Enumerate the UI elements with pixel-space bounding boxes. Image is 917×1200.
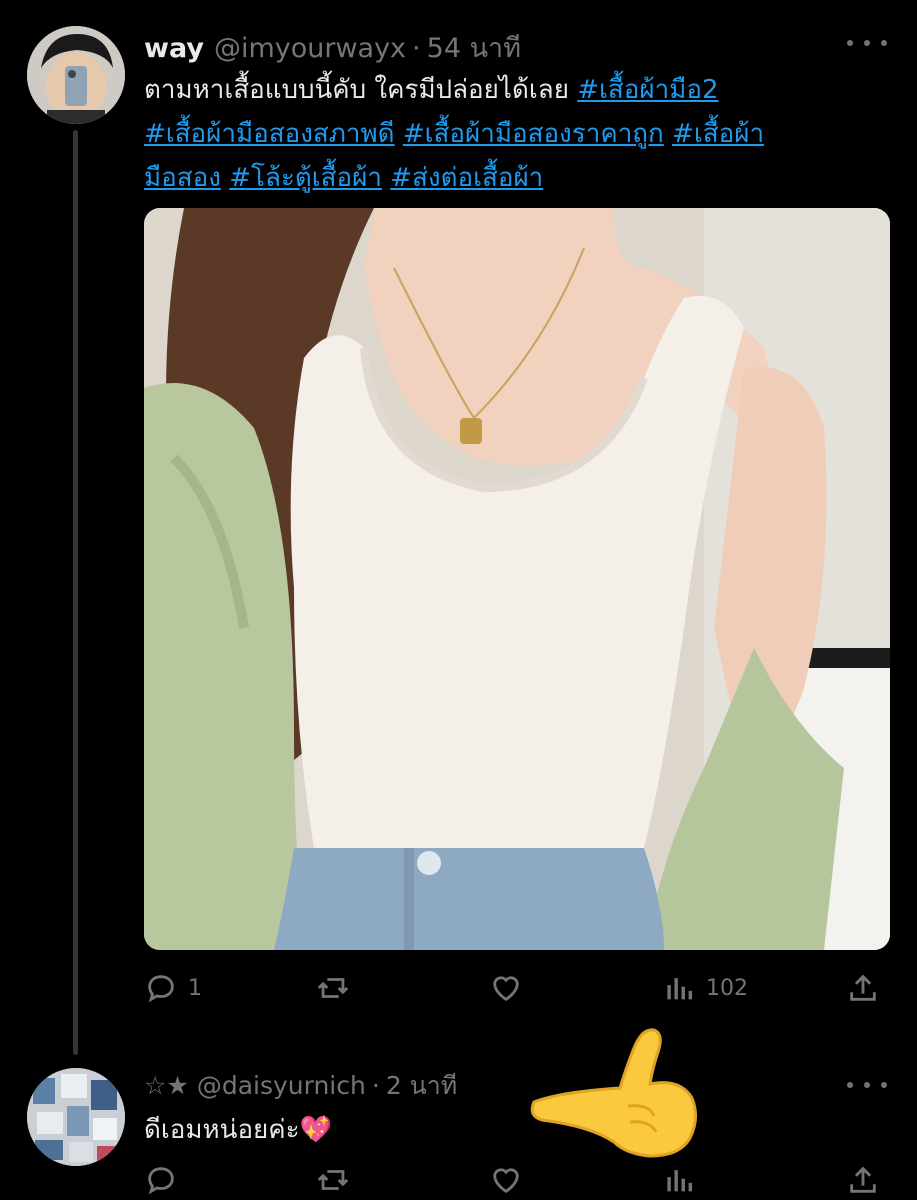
hashtag-link[interactable]: #เสื้อผ้ามือสองราคาถูก <box>403 119 664 149</box>
reply-icon <box>148 975 174 1003</box>
reply-text: ดีเอมหน่อยค่ะ💖 <box>144 1115 333 1145</box>
view-count: 102 <box>706 975 748 1001</box>
pointing-hand-emoji <box>530 1028 697 1158</box>
post-image[interactable] <box>144 208 890 950</box>
separator-dot: · <box>412 33 421 64</box>
separator-dot: · <box>371 1071 380 1100</box>
retweet-button[interactable] <box>316 1160 350 1200</box>
hashtag-link[interactable]: #เสื้อผ้ามือ2 <box>577 75 718 105</box>
reply-count: 1 <box>188 975 202 1001</box>
post-header: way @imyourwayx · 54 นาที <box>144 26 521 64</box>
retweet-button[interactable] <box>316 968 350 1008</box>
like-button[interactable] <box>489 968 523 1008</box>
reply-icon <box>148 1167 174 1195</box>
thread-line <box>73 130 78 1055</box>
post-time[interactable]: 54 นาที <box>427 26 521 69</box>
views-button[interactable] <box>662 1160 696 1200</box>
heart-icon <box>493 976 519 1002</box>
post-actions: 1 102 <box>144 968 894 1008</box>
hashtag-link[interactable]: มือสอง <box>144 163 221 193</box>
display-name[interactable]: ☆★ <box>144 1071 189 1100</box>
avatar-photo <box>27 1068 125 1166</box>
hashtag-link[interactable]: #ส่งต่อเสื้อผ้า <box>390 163 543 193</box>
reply-actions <box>144 1160 894 1200</box>
user-handle[interactable]: @imyourwayx <box>214 33 406 64</box>
share-button[interactable] <box>846 968 880 1008</box>
hashtag-link[interactable]: #เสื้อผ้า <box>672 119 764 149</box>
retweet-icon <box>317 1170 349 1190</box>
views-button[interactable]: 102 <box>662 968 748 1008</box>
avatar[interactable] <box>27 1068 125 1166</box>
display-name[interactable]: way <box>144 33 204 64</box>
more-icon[interactable] <box>847 33 887 53</box>
views-icon <box>667 1170 693 1192</box>
avatar[interactable] <box>27 26 125 124</box>
hashtag-link[interactable]: #เสื้อผ้ามือสองสภาพดี <box>144 119 395 149</box>
avatar-photo <box>27 26 125 124</box>
reply-button[interactable] <box>144 1160 178 1200</box>
reply-header: ☆★ @daisyurnich · 2 นาที <box>144 1066 457 1104</box>
reply-button[interactable]: 1 <box>144 968 202 1008</box>
views-icon <box>667 978 693 1000</box>
reply-time[interactable]: 2 นาที <box>386 1066 457 1106</box>
post-body: ตามหาเสื้อแบบนี้คับ ใครมีปล่อยได้เลย <box>144 75 569 105</box>
like-button[interactable] <box>489 1160 523 1200</box>
heart-icon <box>493 1168 519 1194</box>
more-icon[interactable] <box>847 1075 887 1095</box>
retweet-icon <box>317 978 349 998</box>
user-handle[interactable]: @daisyurnich <box>197 1071 366 1100</box>
share-icon <box>850 974 876 1001</box>
post-text: ตามหาเสื้อแบบนี้คับ ใครมีปล่อยได้เลย #เส… <box>144 68 894 200</box>
hashtag-link[interactable]: #โล้ะตู้เสื้อผ้า <box>229 163 382 193</box>
share-icon <box>850 1166 876 1193</box>
share-button[interactable] <box>846 1160 880 1200</box>
